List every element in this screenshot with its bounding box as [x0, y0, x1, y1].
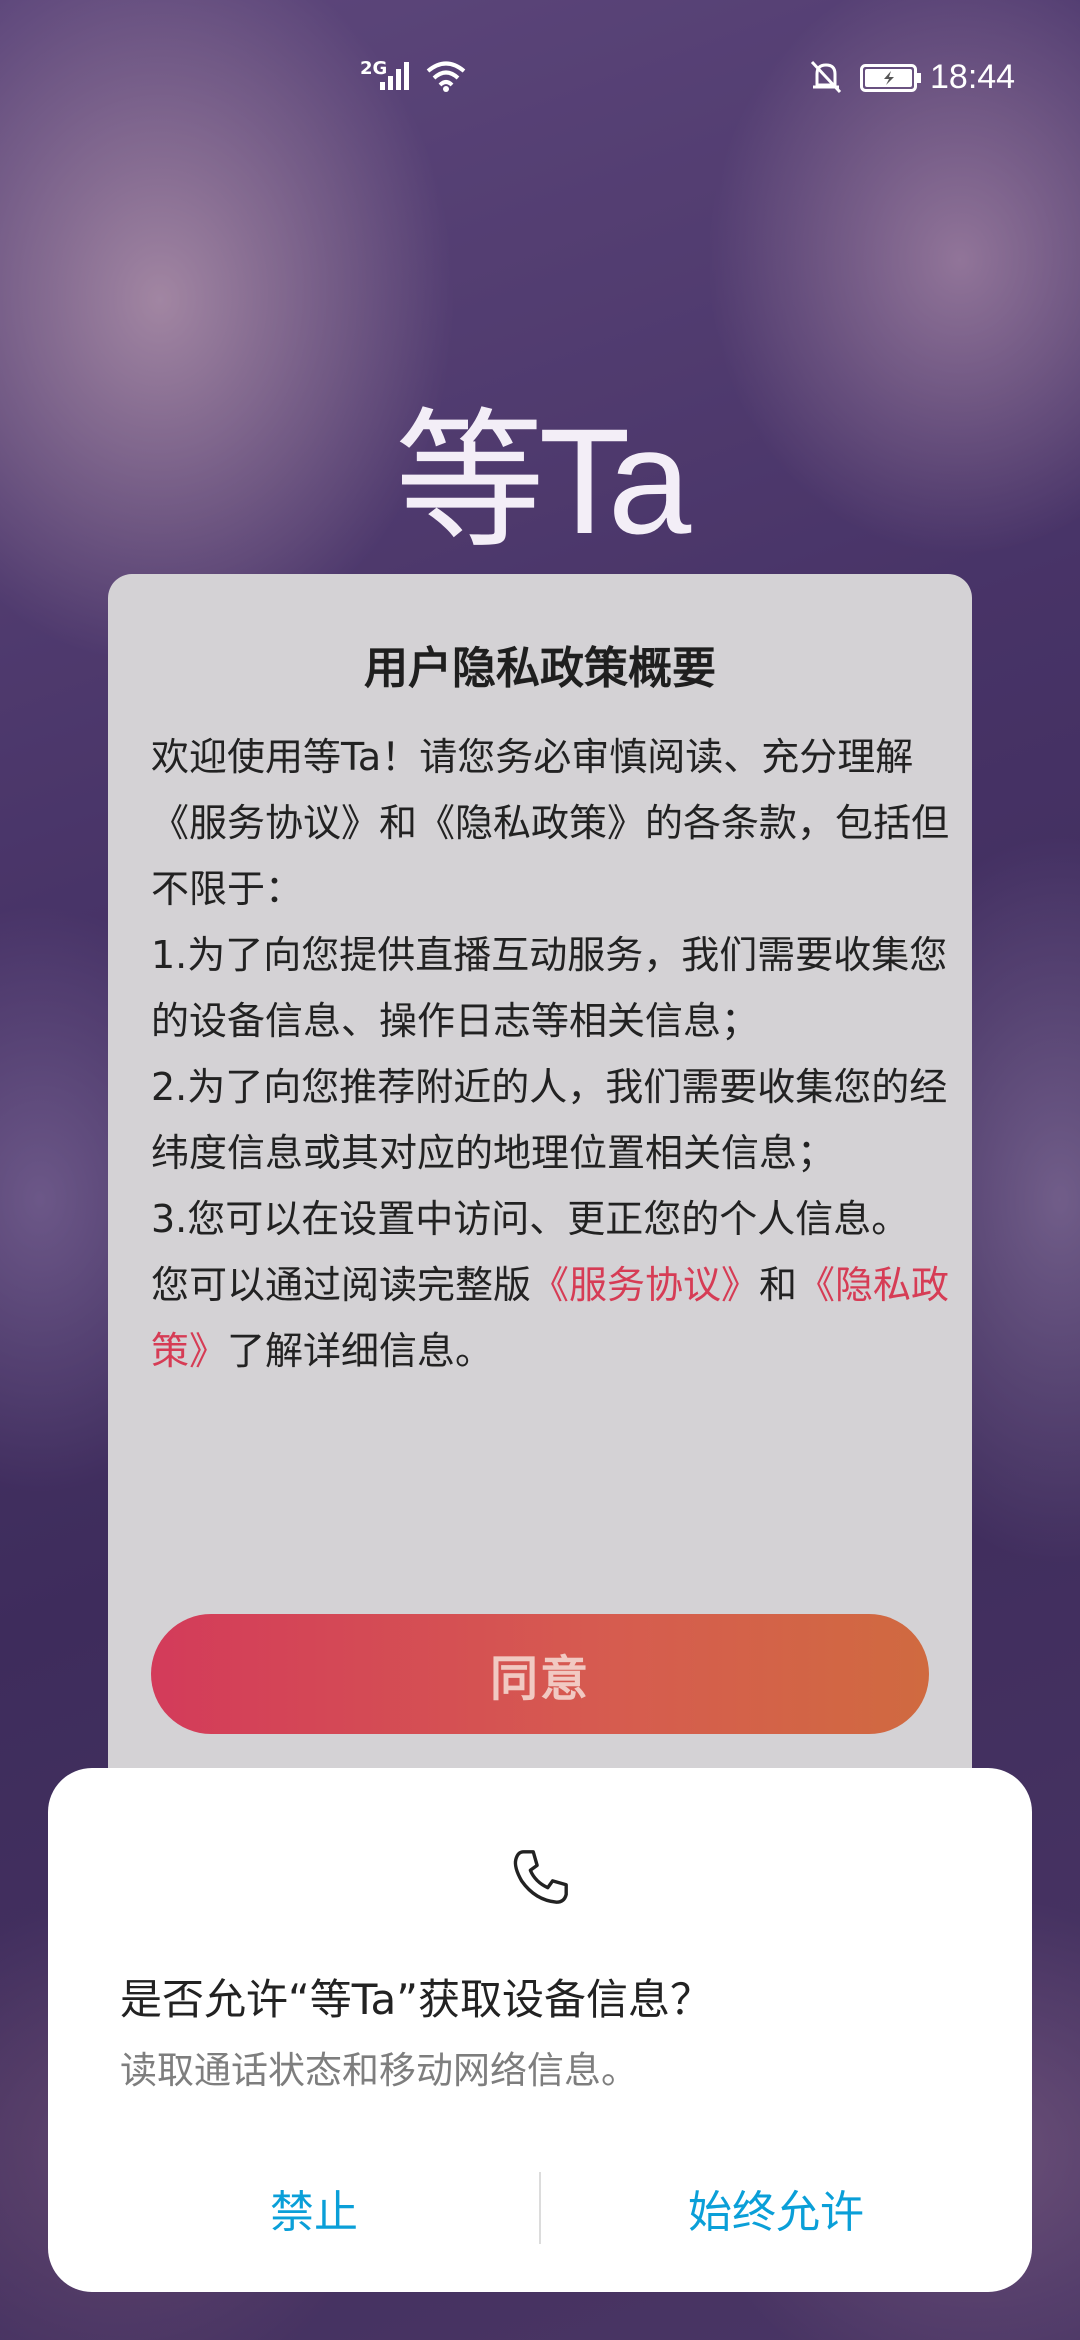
footer-prefix: 您可以通过阅读完整版: [151, 1263, 532, 1307]
permission-title: 是否允许“等Ta”获取设备信息？: [120, 1975, 712, 2024]
always-allow-button[interactable]: 始终允许: [566, 2164, 986, 2252]
agree-button[interactable]: 同意: [151, 1614, 929, 1734]
signal-icon: [380, 62, 409, 90]
wifi-icon: [426, 61, 466, 92]
button-divider: [539, 2172, 541, 2244]
app-logo: 等Ta: [394, 397, 691, 565]
card-body: 欢迎使用等Ta！请您务必审慎阅读、充分理解《服务协议》和《隐私政策》的各条款，包…: [151, 724, 951, 1384]
policy-item-3: 3.您可以在设置中访问、更正您的个人信息。: [151, 1197, 910, 1241]
bell-off-icon: [810, 60, 842, 94]
permission-description: 读取通话状态和移动网络信息。: [120, 2049, 638, 2092]
policy-item-2: 2.为了向您推荐附近的人，我们需要收集您的经纬度信息或其对应的地理位置相关信息；: [151, 1065, 948, 1175]
battery-charging-icon: [860, 64, 921, 92]
footer-suffix: 了解详细信息。: [227, 1329, 494, 1373]
clock: 18:44: [930, 58, 1016, 96]
policy-item-1: 1.为了向您提供直播互动服务，我们需要收集您的设备信息、操作日志等相关信息；: [151, 933, 948, 1043]
deny-button[interactable]: 禁止: [104, 2164, 524, 2252]
card-title: 用户隐私政策概要: [364, 643, 716, 694]
service-agreement-link[interactable]: 《服务协议》: [531, 1263, 759, 1307]
policy-footer: 您可以通过阅读完整版《服务协议》和《隐私政策》了解详细信息。: [151, 1252, 951, 1384]
phone-icon: [513, 1850, 568, 1904]
status-bar: 2G 18:44: [0, 0, 1080, 96]
footer-and: 和: [759, 1263, 798, 1307]
permission-dialog: 是否允许“等Ta”获取设备信息？ 读取通话状态和移动网络信息。 禁止 始终允许: [48, 1768, 1032, 2292]
policy-intro: 欢迎使用等Ta！请您务必审慎阅读、充分理解《服务协议》和《隐私政策》的各条款，包…: [151, 735, 950, 911]
privacy-policy-card: 用户隐私政策概要 欢迎使用等Ta！请您务必审慎阅读、充分理解《服务协议》和《隐私…: [108, 574, 972, 1794]
